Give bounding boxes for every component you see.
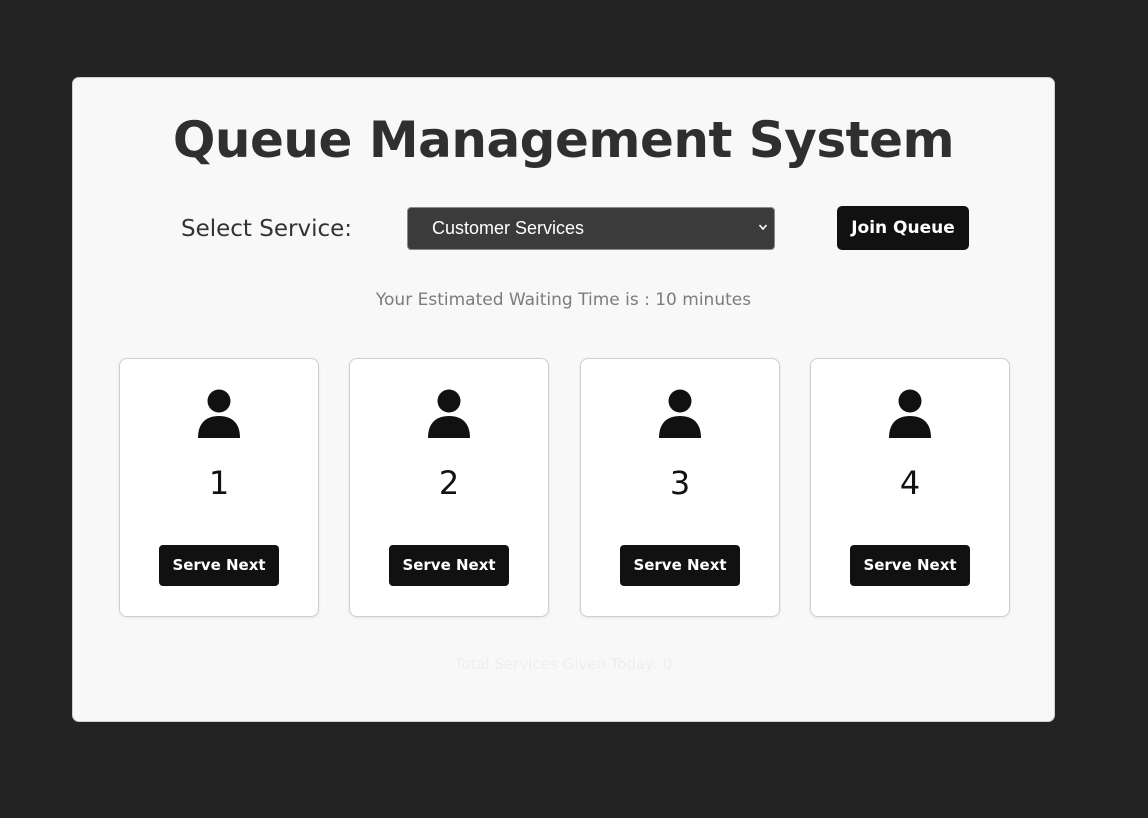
counter-card-4: 4 Serve Next — [810, 358, 1010, 617]
service-select-value: Customer Services — [432, 218, 585, 238]
counter-card-2: 2 Serve Next — [349, 358, 549, 617]
counter-number: 1 — [208, 464, 230, 502]
counter-number: 4 — [899, 464, 921, 502]
service-label: Select Service: — [181, 216, 353, 242]
queue-panel: Queue Management System Select Service: … — [72, 77, 1055, 722]
serve-next-button[interactable]: Serve Next — [389, 545, 509, 586]
waiting-time-text: Your Estimated Waiting Time is : 10 minu… — [375, 290, 752, 310]
counter-number: 3 — [669, 464, 691, 502]
person-icon — [659, 389, 701, 438]
join-queue-button[interactable]: Join Queue — [837, 206, 969, 250]
person-icon — [889, 389, 931, 438]
person-icon — [198, 389, 240, 438]
service-select[interactable]: Customer Services — [407, 207, 775, 250]
serve-next-button[interactable]: Serve Next — [159, 545, 279, 586]
page-title: Queue Management System — [172, 111, 955, 169]
serve-next-button[interactable]: Serve Next — [850, 545, 970, 586]
counter-number: 2 — [438, 464, 460, 502]
person-icon — [428, 389, 470, 438]
total-services-text: Total Services Given Today: 0 — [454, 655, 673, 673]
counter-card-3: 3 Serve Next — [580, 358, 780, 617]
counter-card-1: 1 Serve Next — [119, 358, 319, 617]
serve-next-button[interactable]: Serve Next — [620, 545, 740, 586]
chevron-down-icon — [758, 224, 768, 231]
